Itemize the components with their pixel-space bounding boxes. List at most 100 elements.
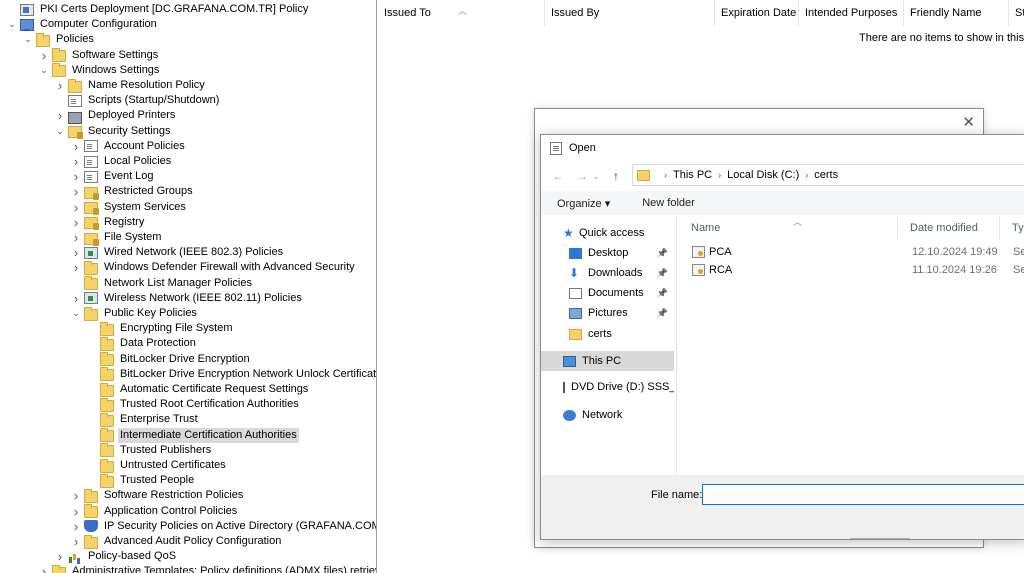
- nav-item-quick-access[interactable]: ★ Quick access: [541, 223, 674, 243]
- expand-chevron-icon[interactable]: ›: [70, 200, 82, 215]
- tree-item[interactable]: › Windows Defender Firewall with Advanced…: [70, 260, 357, 275]
- column-issued-by[interactable]: Issued By: [545, 0, 715, 26]
- expand-chevron-icon[interactable]: ›: [38, 48, 50, 63]
- tree-item[interactable]: › Wireless Network (IEEE 802.11) Policies: [70, 291, 304, 306]
- tree-item[interactable]: › System Services: [70, 200, 188, 216]
- tree-item[interactable]: Trusted Publishers: [86, 443, 213, 458]
- nav-item-documents[interactable]: Documents 📌: [541, 283, 674, 303]
- tree-item[interactable]: › Restricted Groups: [70, 184, 195, 200]
- tree-item[interactable]: › Wired Network (IEEE 802.3) Policies: [70, 245, 285, 260]
- tree-item[interactable]: Data Protection: [86, 336, 198, 351]
- column-intended-purposes[interactable]: Intended Purposes: [799, 0, 904, 26]
- tree-item[interactable]: Trusted People: [86, 473, 196, 488]
- back-arrow-icon[interactable]: ←: [549, 169, 567, 183]
- file-name-input[interactable]: [702, 484, 1024, 505]
- expand-chevron-icon[interactable]: ›: [70, 139, 82, 154]
- tree-item[interactable]: Untrusted Certificates: [86, 458, 228, 473]
- tree-item[interactable]: BitLocker Drive Encryption Network Unloc…: [86, 367, 376, 382]
- column-name[interactable]: Name ︿: [679, 217, 898, 239]
- expand-chevron-icon[interactable]: ›: [70, 169, 82, 184]
- collapse-chevron-icon[interactable]: ⌄: [22, 32, 34, 47]
- address-bar[interactable]: › This PC › Local Disk (C:) › certs: [632, 164, 1024, 186]
- tree-item[interactable]: Scripts (Startup/Shutdown): [54, 93, 221, 108]
- expand-chevron-icon[interactable]: ›: [70, 504, 82, 519]
- expand-chevron-icon[interactable]: ›: [70, 534, 82, 549]
- tree-item[interactable]: › Registry: [70, 215, 146, 231]
- recent-locations-chevron-icon[interactable]: ⌄: [591, 172, 601, 181]
- expand-chevron-icon[interactable]: ›: [70, 260, 82, 275]
- nav-item-desktop[interactable]: Desktop 📌: [541, 243, 674, 263]
- column-status[interactable]: St: [1009, 0, 1024, 26]
- tree-item[interactable]: › Event Log: [70, 169, 156, 184]
- breadcrumb-this-pc[interactable]: This PC: [673, 169, 712, 181]
- column-issued-to[interactable]: Issued To ︿: [378, 0, 545, 26]
- tree-item[interactable]: › Account Policies: [70, 139, 187, 154]
- expand-chevron-icon[interactable]: ›: [70, 488, 82, 503]
- tree-item[interactable]: › Administrative Templates: Policy defini…: [38, 564, 377, 573]
- tree-item[interactable]: › IP Security Policies on Active Director…: [70, 519, 376, 534]
- tree-item[interactable]: ⌄ Computer Configuration: [6, 17, 159, 32]
- expand-chevron-icon[interactable]: ›: [70, 291, 82, 306]
- tree-item[interactable]: › Policy-based QoS: [54, 549, 178, 564]
- nav-item-certs[interactable]: certs: [541, 324, 674, 344]
- forward-arrow-icon[interactable]: →: [573, 169, 591, 183]
- new-folder-button[interactable]: New folder: [626, 197, 711, 209]
- expand-chevron-icon[interactable]: ›: [70, 184, 82, 199]
- file-row[interactable]: RCA 11.10.2024 19:26 Sec: [679, 261, 1024, 279]
- expand-chevron-icon[interactable]: ›: [54, 78, 66, 93]
- column-issued-to-label: Issued To: [384, 7, 431, 19]
- expand-chevron-icon[interactable]: ›: [54, 549, 66, 564]
- nav-item-pictures[interactable]: Pictures 📌: [541, 303, 674, 323]
- nav-item-dvd-drive-d-sss-x[interactable]: DVD Drive (D:) SSS_X(: [541, 377, 674, 397]
- tree-item[interactable]: › Software Settings: [38, 48, 160, 63]
- expand-chevron-icon[interactable]: ›: [70, 230, 82, 245]
- expand-chevron-icon[interactable]: ›: [54, 108, 66, 123]
- expand-chevron-icon[interactable]: ›: [70, 154, 82, 169]
- tree-item[interactable]: ⌄ Public Key Policies: [70, 306, 199, 321]
- tree-item[interactable]: Network List Manager Policies: [70, 276, 254, 291]
- collapse-chevron-icon[interactable]: ⌄: [70, 306, 82, 321]
- column-expiration-date[interactable]: Expiration Date: [715, 0, 799, 26]
- tree-item[interactable]: › Advanced Audit Policy Configuration: [70, 534, 283, 549]
- nav-item-downloads[interactable]: ⬇ Downloads 📌: [541, 263, 674, 283]
- tree-item[interactable]: ⌄ Security Settings: [54, 124, 173, 140]
- collapse-chevron-icon[interactable]: ⌄: [6, 17, 18, 32]
- column-date-modified[interactable]: Date modified: [898, 217, 1000, 239]
- tree-item[interactable]: Enterprise Trust: [86, 412, 200, 427]
- breadcrumb-separator-icon[interactable]: ›: [664, 170, 667, 180]
- folder-icon: [68, 78, 82, 93]
- expand-chevron-icon[interactable]: ›: [70, 245, 82, 260]
- tree-item[interactable]: › Local Policies: [70, 154, 173, 169]
- tree-item[interactable]: PKI Certs Deployment [DC.GRAFANA.COM.TR]…: [6, 2, 310, 17]
- tree-item[interactable]: Automatic Certificate Request Settings: [86, 382, 310, 397]
- column-type[interactable]: Typ: [1000, 217, 1024, 239]
- tree-item[interactable]: ⌄ Windows Settings: [38, 63, 161, 78]
- column-friendly-name[interactable]: Friendly Name: [904, 0, 1009, 26]
- breadcrumb-separator-icon[interactable]: ›: [805, 170, 808, 180]
- up-arrow-icon[interactable]: ↑: [607, 169, 625, 183]
- tree-item[interactable]: › Name Resolution Policy: [54, 78, 207, 93]
- tree-item-label: Administrative Templates: Policy definit…: [72, 565, 377, 573]
- tree-item[interactable]: Intermediate Certification Authorities: [86, 427, 299, 443]
- expand-chevron-icon[interactable]: ›: [70, 215, 82, 230]
- tree-item[interactable]: › Software Restriction Policies: [70, 488, 245, 503]
- breadcrumb-local-disk[interactable]: Local Disk (C:): [727, 169, 799, 181]
- nav-item-this-pc[interactable]: This PC: [541, 351, 674, 371]
- nav-item-network[interactable]: Network: [541, 405, 674, 425]
- expand-chevron-icon[interactable]: ›: [38, 564, 50, 573]
- tree-item[interactable]: Encrypting File System: [86, 321, 234, 336]
- tree-item[interactable]: › File System: [70, 230, 163, 246]
- tree-item[interactable]: › Application Control Policies: [70, 504, 239, 519]
- tree-item[interactable]: BitLocker Drive Encryption: [86, 352, 252, 367]
- close-icon[interactable]: ✕: [962, 113, 975, 131]
- expand-chevron-icon[interactable]: ›: [70, 519, 82, 534]
- breadcrumb-separator-icon[interactable]: ›: [718, 170, 721, 180]
- collapse-chevron-icon[interactable]: ⌄: [54, 124, 66, 139]
- file-row[interactable]: PCA 12.10.2024 19:49 Sec: [679, 243, 1024, 261]
- tree-item[interactable]: Trusted Root Certification Authorities: [86, 397, 301, 412]
- breadcrumb-certs[interactable]: certs: [814, 169, 838, 181]
- collapse-chevron-icon[interactable]: ⌄: [38, 63, 50, 78]
- tree-item[interactable]: › Deployed Printers: [54, 108, 177, 124]
- tree-item[interactable]: ⌄ Policies: [22, 32, 96, 47]
- organize-button[interactable]: Organize ▾: [541, 197, 626, 210]
